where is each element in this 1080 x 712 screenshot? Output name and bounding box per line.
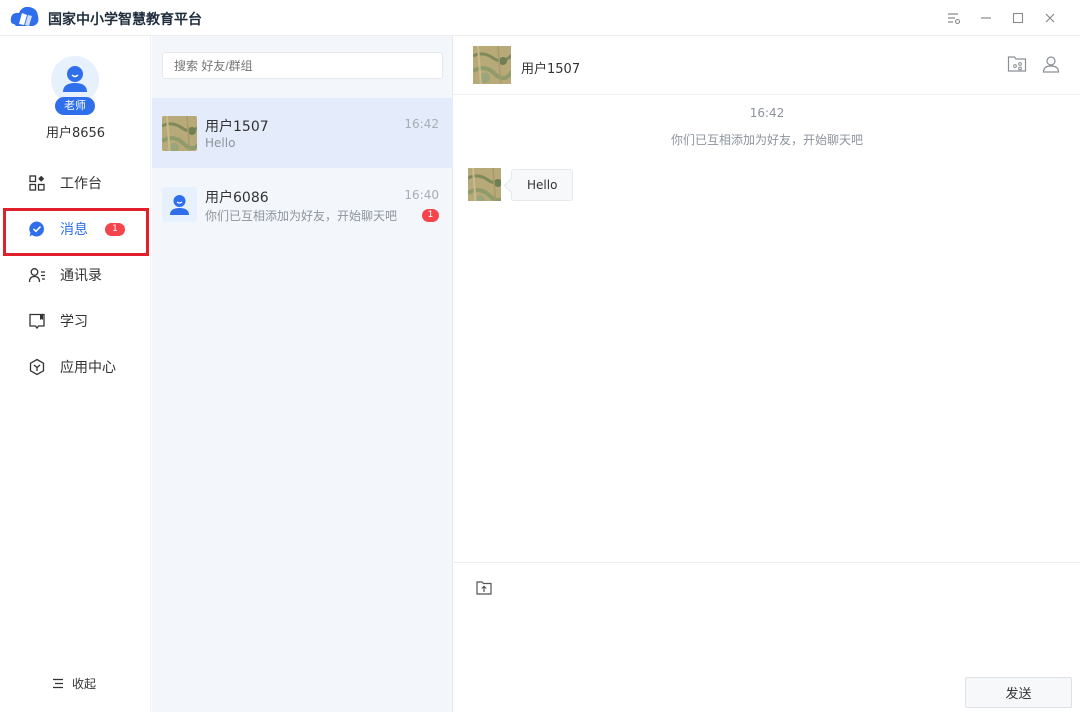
conversation-time: 16:42 [404,117,439,131]
system-message: 你们已互相添加为好友，开始聊天吧 [670,133,863,147]
contact-avatar [162,187,197,222]
conversation-last-message: 你们已互相添加为好友，开始聊天吧 [205,209,398,223]
nav-item-messages[interactable]: 消息 1 [0,207,151,251]
nav-item-study[interactable]: 学习 [0,299,151,343]
collapse-button[interactable]: 收起 [52,675,96,692]
nav-label: 消息 [60,222,88,238]
app-center-icon [27,357,47,377]
grid-icon [27,173,47,193]
nav-label: 学习 [60,314,88,330]
chat-header: 用户1507 [454,36,1080,95]
nav-label: 通讯录 [60,268,102,284]
unread-badge: 1 [105,222,125,236]
conversation-item[interactable]: 用户1507 Hello 16:42 [152,98,453,168]
title-bar: 国家中小学智慧教育平台 [0,0,1080,36]
message-icon [27,219,47,239]
nav-item-workbench[interactable]: 工作台 [0,161,151,205]
message-sender-avatar[interactable] [468,168,501,201]
app-title: 国家中小学智慧教育平台 [48,12,202,28]
upload-file-icon[interactable] [474,577,494,597]
cloud-book-logo [10,6,39,26]
message-input-area[interactable]: 发送 [454,562,1080,712]
user-avatar-icon [170,195,189,215]
left-nav: 老师 用户8656 工作台 消息 1 通讯录 学习 应用中心 收起 [0,36,151,712]
contact-profile-icon[interactable] [1040,53,1062,75]
conversation-name: 用户6086 [205,190,269,206]
conversation-name: 用户1507 [205,119,269,135]
contact-avatar [162,116,197,151]
chat-pane: 用户1507 16:42 你们已互相添加为好友，开始聊天吧 Hello 发送 [454,36,1080,712]
message-time-divider: 16:42 [749,106,785,120]
conversation-time: 16:40 [404,188,439,202]
filter-settings-icon[interactable] [944,8,964,28]
conversation-item[interactable]: 用户6086 你们已互相添加为好友，开始聊天吧 16:40 1 [152,169,453,239]
close-icon[interactable] [1040,8,1060,28]
profile-username: 用户8656 [45,126,106,141]
nav-item-app-center[interactable]: 应用中心 [0,345,151,389]
chat-contact-name: 用户1507 [521,62,581,77]
maximize-icon[interactable] [1008,8,1028,28]
nav-label: 应用中心 [60,360,116,376]
conversation-last-message: Hello [205,136,236,150]
nav-item-contacts[interactable]: 通讯录 [0,253,151,297]
send-button[interactable]: 发送 [965,677,1072,708]
collapse-label: 收起 [72,677,97,691]
nav-label: 工作台 [60,176,102,192]
message-bubble[interactable]: Hello [511,169,574,201]
chat-contact-avatar[interactable] [473,46,511,84]
collapse-icon [53,678,63,689]
contacts-icon [27,265,47,285]
shared-files-icon[interactable] [1006,53,1028,75]
search-input[interactable] [162,52,443,79]
unread-badge: 1 [422,209,439,222]
role-badge: 老师 [55,97,95,115]
conversation-list: 用户1507 Hello 16:42 用户6086 你们已互相添加为好友，开始聊… [152,36,453,712]
minimize-icon[interactable] [976,8,996,28]
book-icon [27,311,47,331]
